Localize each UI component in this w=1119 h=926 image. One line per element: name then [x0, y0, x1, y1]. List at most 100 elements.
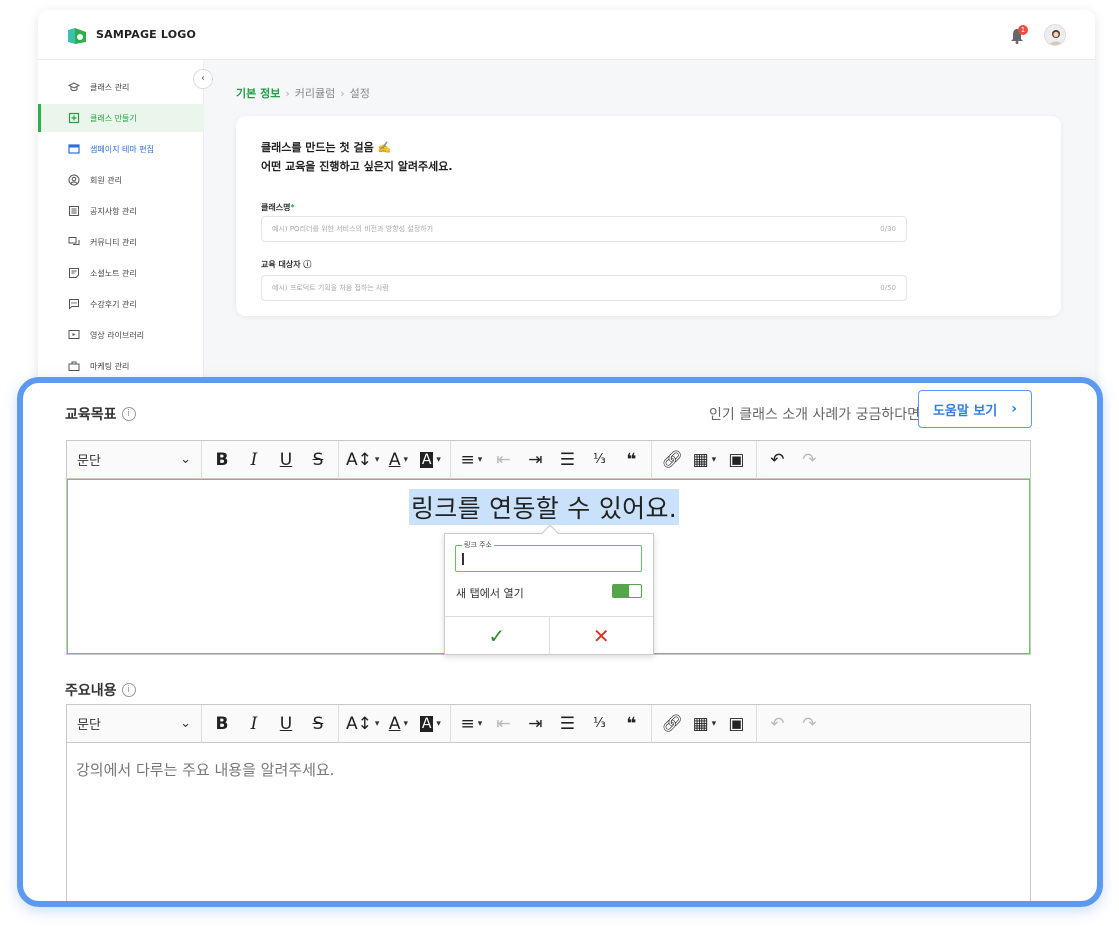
sidebar-item-reviews[interactable]: 수강후기 관리 — [38, 290, 204, 318]
sidebar-item-members[interactable]: 회원 관리 — [38, 166, 204, 194]
numbered-list-button[interactable]: ⅓ — [583, 441, 615, 479]
class-name-label: 클래스명* — [261, 202, 295, 213]
sidebar-item-label: 회원 관리 — [90, 175, 122, 185]
outdent-button[interactable]: ⇤ — [487, 441, 519, 479]
bold-button[interactable]: B — [206, 705, 238, 743]
newtab-toggle[interactable] — [612, 584, 642, 598]
redo-button[interactable]: ↷ — [793, 441, 825, 479]
content-editor-body[interactable]: 강의에서 다루는 주요 내용을 알려주세요. — [67, 743, 1030, 901]
paragraph-select[interactable]: 문단 ⌄ — [67, 704, 202, 743]
undo-button[interactable]: ↶ — [761, 441, 793, 479]
video-library-icon — [68, 329, 80, 341]
numbered-list-button[interactable]: ⅓ — [583, 705, 615, 743]
table-button[interactable]: ▦ ▾ — [688, 705, 720, 743]
italic-icon: I — [250, 449, 258, 470]
redo-icon: ↷ — [802, 449, 817, 470]
image-button[interactable]: ▣ — [720, 441, 752, 479]
card-title-line1: 클래스를 만드는 첫 걸음 ✍️ — [261, 141, 392, 154]
sidebar-item-notices[interactable]: 공지사항 관리 — [38, 197, 204, 225]
breadcrumb-step-curriculum[interactable]: 커리큘럼 — [295, 87, 335, 100]
undo-button[interactable]: ↶ — [761, 705, 793, 743]
goal-editor-body[interactable]: 링크를 연동할 수 있어요. 링크 주소 새 탭에서 열기 ✓ ✕ — [67, 479, 1030, 655]
target-label-text: 교육 대상자 — [261, 260, 301, 269]
chevron-down-icon: ▾ — [477, 454, 483, 465]
numbered-list-icon: ⅓ — [593, 716, 606, 731]
info-icon: i — [121, 683, 136, 697]
paragraph-select-value: 문단 — [77, 718, 101, 733]
highlight-icon: A — [419, 451, 434, 468]
underline-button[interactable]: U — [270, 441, 302, 479]
link-button[interactable]: 🔗︎ — [656, 705, 688, 743]
breadcrumb-step-settings[interactable]: 설정 — [350, 87, 370, 100]
font-color-button[interactable]: A ▾ — [382, 441, 414, 479]
link-icon: 🔗︎ — [661, 713, 684, 734]
highlight-button[interactable]: A ▾ — [414, 705, 446, 743]
bullet-list-button[interactable]: ☰ — [551, 441, 583, 479]
strikethrough-icon: S — [312, 449, 324, 470]
bold-button[interactable]: B — [206, 441, 238, 479]
link-button[interactable]: 🔗︎ — [656, 441, 688, 479]
numbered-list-icon: ⅓ — [593, 452, 606, 467]
image-button[interactable]: ▣ — [720, 705, 752, 743]
top-bar: SAMPAGE LOGO 1 — [38, 10, 1095, 60]
browser-window-icon — [68, 143, 80, 155]
editor-toolbar: 문단 ⌄ B I U S A↕▾ A▾ A▾ ≡▾ ⇤ ⇥ ☰ ⅓ ❝ — [67, 704, 1030, 743]
italic-button[interactable]: I — [238, 705, 270, 743]
class-info-card: 클래스를 만드는 첫 걸음 ✍️ 어떤 교육을 진행하고 싶은지 알려주세요. … — [236, 116, 1061, 316]
font-size-button[interactable]: A↕ ▾ — [343, 705, 382, 743]
sidebar-item-video-library[interactable]: 영상 라이브러리 — [38, 321, 204, 349]
underline-button[interactable]: U — [270, 705, 302, 743]
italic-button[interactable]: I — [238, 441, 270, 479]
chevron-down-icon: ▾ — [374, 454, 380, 465]
breadcrumb-step-basic[interactable]: 기본 정보 — [236, 87, 280, 100]
avatar[interactable] — [1044, 24, 1066, 46]
indent-button[interactable]: ⇥ — [519, 441, 551, 479]
goal-label-text: 교육목표 — [65, 407, 117, 423]
class-name-input[interactable]: 예시) PO리더를 위한 서비스의 비전과 방향성 설정하기 0/30 — [261, 216, 907, 242]
align-left-icon: ≡ — [460, 449, 475, 470]
align-button[interactable]: ≡ ▾ — [455, 705, 487, 743]
sidebar-item-class-create[interactable]: 클래스 만들기 — [38, 104, 204, 132]
confirm-link-button[interactable]: ✓ — [445, 617, 549, 654]
font-color-button[interactable]: A ▾ — [382, 705, 414, 743]
sidebar-item-social-notes[interactable]: 소셜노트 관리 — [38, 259, 204, 287]
sidebar-item-marketing[interactable]: 마케팅 관리 — [38, 352, 204, 380]
sidebar-item-label: 커뮤니티 관리 — [90, 237, 137, 247]
link-url-input[interactable]: 링크 주소 — [455, 540, 642, 572]
blockquote-button[interactable]: ❝ — [615, 441, 647, 479]
indent-button[interactable]: ⇥ — [519, 705, 551, 743]
highlight-button[interactable]: A ▾ — [414, 441, 446, 479]
outdent-button[interactable]: ⇤ — [487, 705, 519, 743]
strikethrough-button[interactable]: S — [302, 705, 334, 743]
redo-button[interactable]: ↷ — [793, 705, 825, 743]
card-title-line2: 어떤 교육을 진행하고 싶은지 알려주세요. — [261, 160, 453, 173]
editor-toolbar: 문단 ⌄ B I U S A↕▾ A▾ A▾ ≡▾ ⇤ ⇥ ☰ ⅓ ❝ — [67, 440, 1030, 479]
font-size-button[interactable]: A↕ ▾ — [343, 441, 382, 479]
blockquote-button[interactable]: ❝ — [615, 705, 647, 743]
sidebar-item-class-manage[interactable]: 클래스 관리 — [38, 73, 204, 101]
selected-text[interactable]: 링크를 연동할 수 있어요. — [409, 489, 679, 525]
sidebar-item-theme-edit[interactable]: 샘페이지 테마 편집 — [38, 135, 204, 163]
paragraph-select[interactable]: 문단 ⌄ — [67, 440, 202, 479]
goal-section-label: 교육목표 i — [65, 404, 136, 424]
sidebar-item-community[interactable]: 커뮤니티 관리 — [38, 228, 204, 256]
table-icon: ▦ — [692, 713, 709, 734]
target-placeholder: 예시) 프로덕트 기획을 처음 접하는 사람 — [272, 284, 389, 292]
table-button[interactable]: ▦ ▾ — [688, 441, 720, 479]
target-input[interactable]: 예시) 프로덕트 기획을 처음 접하는 사람 0/50 — [261, 275, 907, 301]
help-button[interactable]: 도움말 보기 › — [918, 390, 1032, 428]
bullet-list-button[interactable]: ☰ — [551, 705, 583, 743]
history-group: ↶ ↷ — [757, 705, 829, 743]
class-name-placeholder: 예시) PO리더를 위한 서비스의 비전과 방향성 설정하기 — [272, 225, 434, 233]
target-label: 교육 대상자 ⓘ — [261, 259, 311, 270]
strikethrough-button[interactable]: S — [302, 441, 334, 479]
graduation-cap-icon — [68, 81, 80, 93]
cancel-link-button[interactable]: ✕ — [548, 617, 654, 654]
font-color-icon: A — [388, 713, 401, 734]
paragraph-select-value: 문단 — [77, 454, 101, 469]
insert-group: 🔗︎ ▦ ▾ ▣ — [652, 704, 758, 743]
sidebar-item-label: 마케팅 관리 — [90, 361, 130, 371]
avatar-person-icon — [1049, 30, 1063, 45]
align-button[interactable]: ≡ ▾ — [455, 441, 487, 479]
collapse-sidebar-button[interactable]: ‹ — [193, 69, 213, 89]
